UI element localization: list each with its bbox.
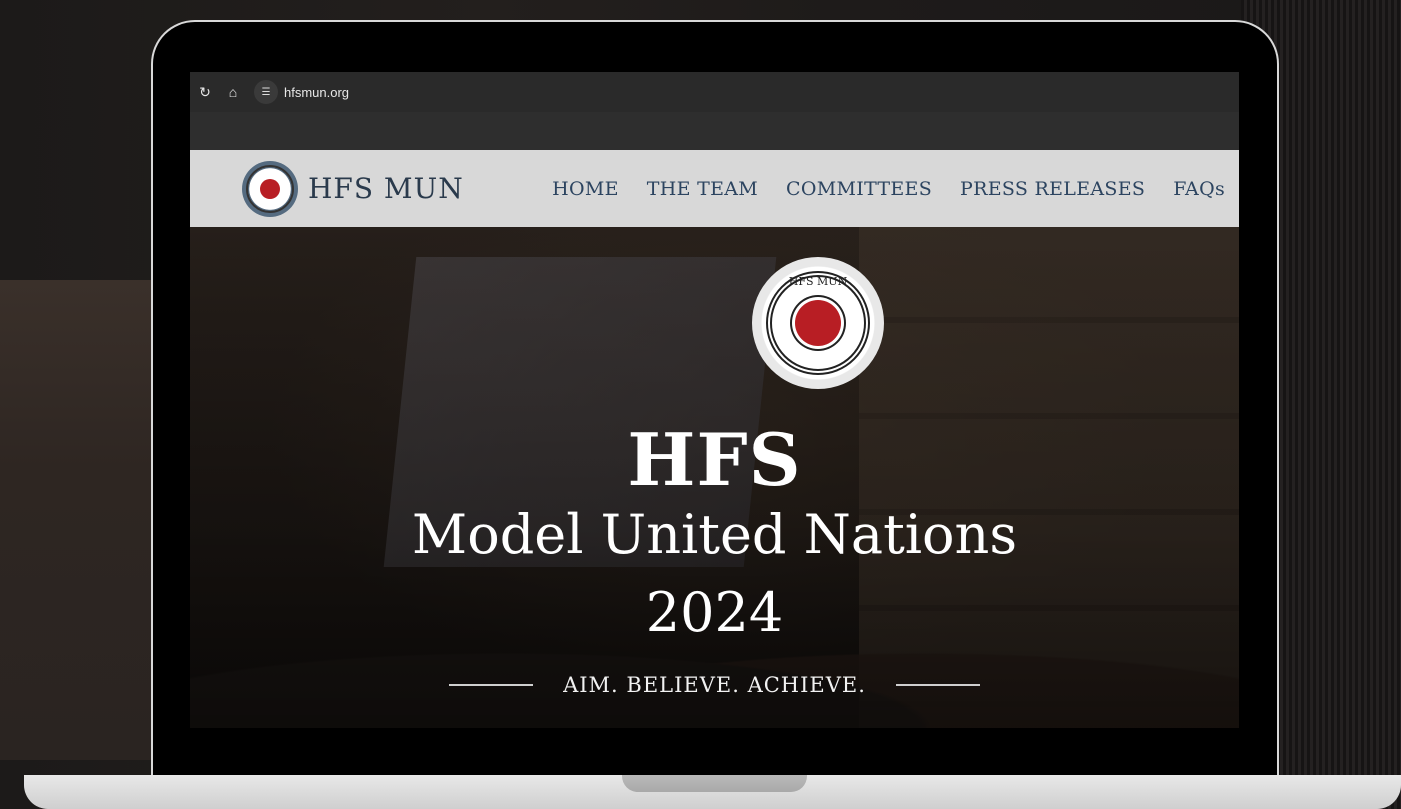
site-header: HFS MUN HOME THE TEAM COMMITTEES PRESS R… xyxy=(190,150,1239,227)
hero-logo-label: HFS MUN xyxy=(788,275,848,288)
reload-icon[interactable]: ↻ xyxy=(192,79,218,105)
bookmarks-bar xyxy=(190,112,1239,150)
brand[interactable]: HFS MUN xyxy=(242,160,464,217)
nav-faqs[interactable]: FAQs xyxy=(1173,178,1225,200)
url-text: hfsmun.org xyxy=(284,84,350,100)
tagline-divider-right xyxy=(895,684,980,686)
address-bar[interactable]: ☰ hfsmun.org xyxy=(254,79,349,105)
brand-name[interactable]: HFS MUN xyxy=(308,172,464,205)
hero-title: HFS xyxy=(627,417,802,502)
browser-toolbar: ↻ ⌂ ☰ hfsmun.org xyxy=(190,72,1239,112)
logo-icon[interactable] xyxy=(242,160,298,217)
hero-logo-emblem xyxy=(795,300,841,346)
hero-section: HFS MUN HFS Model United Nations 2024 AI… xyxy=(190,227,1239,728)
laptop-notch xyxy=(622,775,807,792)
tagline-divider-left xyxy=(449,684,534,686)
nav-home[interactable]: HOME xyxy=(552,178,619,200)
site-settings-icon[interactable]: ☰ xyxy=(254,80,278,104)
main-nav: HOME THE TEAM COMMITTEES PRESS RELEASES … xyxy=(552,178,1225,200)
hero-year: 2024 xyxy=(645,581,784,644)
browser-window: ↻ ⌂ ☰ hfsmun.org HFS MUN HOME THE TEAM C… xyxy=(190,72,1239,728)
nav-committees[interactable]: COMMITTEES xyxy=(786,178,932,200)
background-panel xyxy=(0,280,160,760)
logo-ring xyxy=(246,164,294,213)
nav-the-team[interactable]: THE TEAM xyxy=(647,178,758,200)
home-icon[interactable]: ⌂ xyxy=(220,79,246,105)
hero-subtitle: Model United Nations xyxy=(411,503,1018,566)
tagline: AIM. BELIEVE. ACHIEVE. xyxy=(563,673,866,697)
hero-logo-icon: HFS MUN xyxy=(752,257,884,389)
nav-press-releases[interactable]: PRESS RELEASES xyxy=(960,178,1145,200)
tagline-row: AIM. BELIEVE. ACHIEVE. xyxy=(190,673,1239,697)
